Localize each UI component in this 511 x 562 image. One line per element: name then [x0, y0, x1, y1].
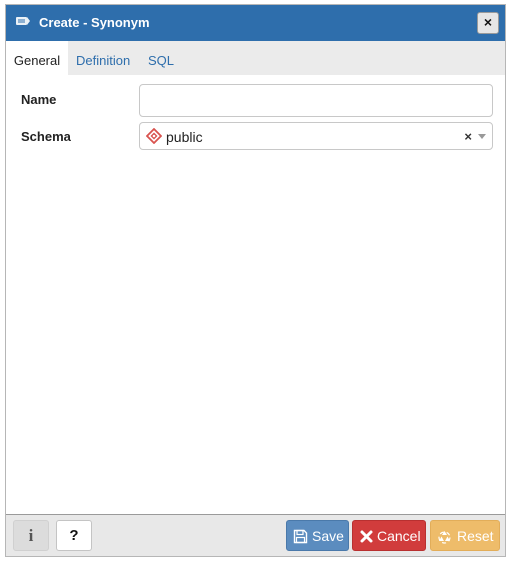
tab-definition[interactable]: Definition	[76, 41, 130, 75]
tab-general[interactable]: General	[6, 41, 68, 75]
help-button[interactable]: ?	[56, 520, 92, 551]
save-button[interactable]: Save	[286, 520, 349, 551]
schema-icon	[146, 128, 162, 144]
reset-label: Reset	[457, 528, 494, 544]
chevron-down-icon[interactable]	[478, 134, 486, 139]
close-icon: ×	[483, 14, 493, 30]
schema-label: Schema	[21, 129, 71, 144]
synonym-icon	[16, 17, 30, 25]
cancel-label: Cancel	[377, 528, 421, 544]
floppy-disk-icon	[293, 529, 308, 544]
dialog-title: Create - Synonym	[39, 15, 150, 30]
tab-sql[interactable]: SQL	[148, 41, 174, 75]
reset-button[interactable]: Reset	[430, 520, 500, 551]
info-button[interactable]: i	[13, 520, 49, 551]
cancel-button[interactable]: Cancel	[352, 520, 426, 551]
schema-value: public	[166, 129, 203, 145]
name-input[interactable]	[139, 84, 493, 117]
dialog-footer: i ? Save Cancel Reset	[6, 514, 505, 556]
recycle-icon	[438, 531, 451, 544]
clear-selection-icon[interactable]: ×	[464, 129, 472, 144]
dialog-titlebar[interactable]: Create - Synonym ×	[6, 5, 505, 41]
x-icon	[360, 530, 373, 543]
close-button[interactable]: ×	[477, 12, 499, 34]
tab-bar: General Definition SQL	[6, 41, 505, 75]
save-label: Save	[312, 528, 344, 544]
schema-select[interactable]: public ×	[139, 122, 493, 150]
name-label: Name	[21, 92, 57, 107]
create-synonym-dialog: Create - Synonym × General Definition SQ…	[5, 4, 506, 557]
